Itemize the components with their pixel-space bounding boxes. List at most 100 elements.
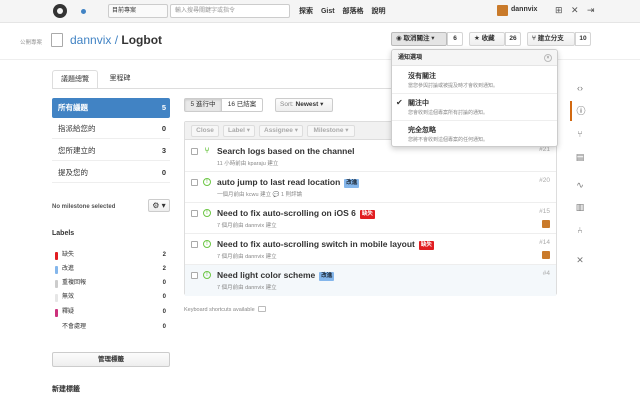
label-filter-item[interactable]: 缺失 2 [52, 249, 170, 262]
repo-separator: / [111, 33, 122, 47]
nav-help[interactable]: 說明 [371, 8, 385, 15]
settings-tools-icon[interactable]: ✕ [571, 5, 579, 16]
settings-icon[interactable]: ✕ [570, 250, 590, 270]
label-filter-item[interactable]: 釋疑 0 [52, 306, 170, 319]
nav-explore[interactable]: 探索 [299, 8, 313, 15]
open-issue-icon: ! [203, 178, 211, 186]
filter-mentioning-you[interactable]: 提及您的 0 [52, 163, 170, 183]
option-description: 當您參與討論或被提及時才會收到通知。 [408, 83, 499, 89]
repo-name-link[interactable]: Logbot [121, 33, 162, 47]
closed-issues-button[interactable]: 16 已結案 [221, 98, 263, 112]
label-badge-bug[interactable]: 缺失 [359, 210, 375, 219]
username-link[interactable]: dannvix [511, 6, 537, 13]
star-count[interactable]: 26 [505, 32, 521, 46]
close-icon[interactable]: × [544, 54, 552, 62]
pull-request-icon[interactable]: ⑂ [570, 124, 590, 144]
label-swatch [55, 309, 58, 317]
filter-created-by-you[interactable]: 您所建立的 3 [52, 141, 170, 161]
issue-checkbox[interactable] [191, 272, 198, 279]
issue-title-text: auto jump to last read location [217, 177, 341, 187]
filter-all-issues[interactable]: 所有議題 5 [52, 98, 170, 118]
repo-icon [51, 33, 63, 47]
search-input[interactable]: 輸入搜尋關鍵字或指令 [170, 4, 290, 18]
milestone-selection-text: No milestone selected [52, 204, 116, 210]
notification-option-watching[interactable]: ✔ 關注中 您會收到這個專案所有討論的通知。 [392, 94, 557, 121]
label-swatch [55, 324, 58, 332]
assignee-action-button[interactable]: Assignee ▾ [259, 125, 303, 137]
sort-value: Newest ▾ [295, 101, 324, 108]
fork-button[interactable]: ⑂ 建立分支 [527, 32, 575, 46]
github-logo-icon[interactable] [53, 4, 67, 18]
label-badge-improvement[interactable]: 改進 [344, 179, 360, 188]
fork-count[interactable]: 10 [575, 32, 591, 46]
notification-option-not-watching[interactable]: 沒有關注 當您參與討論或被提及時才會收到通知。 [392, 67, 557, 94]
tab-milestones[interactable]: 里程碑 [100, 70, 140, 89]
top-header: 目前專案 輸入搜尋關鍵字或指令 探索 Gist 部落格 說明 dannvix ⊞… [0, 0, 640, 23]
graph-icon[interactable]: ▥ [570, 197, 590, 217]
issue-meta: 11 小時前由 kparaju 建立 [217, 161, 279, 167]
label-badge-bug[interactable]: 缺失 [418, 241, 434, 250]
label-name: 重複回報 [62, 280, 87, 286]
open-issues-button[interactable]: 5 進行中 [184, 98, 222, 112]
avatar[interactable] [497, 5, 508, 16]
issue-title-link[interactable]: Need to fix auto-scrolling switch in mob… [217, 239, 434, 250]
nav-blog[interactable]: 部落格 [343, 8, 364, 15]
code-icon[interactable]: ‹› [570, 78, 590, 98]
network-icon[interactable]: ⑃ [570, 220, 590, 240]
assignee-avatar[interactable] [542, 251, 550, 259]
label-swatch [55, 266, 58, 274]
milestone-gear-button[interactable]: ⚙ ▾ [148, 199, 170, 212]
issue-checkbox[interactable] [191, 148, 198, 155]
issue-title-link[interactable]: Need to fix auto-scrolling on iOS 6 缺失 [217, 208, 375, 219]
label-swatch [55, 280, 58, 288]
label-action-button[interactable]: Label ▾ [223, 125, 255, 137]
label-filter-item[interactable]: 無效 0 [52, 291, 170, 304]
notification-option-ignoring[interactable]: 完全忽略 您將不會收到這個專案的任何通知。 [392, 121, 557, 148]
sign-out-icon[interactable]: ⇥ [587, 5, 595, 16]
issue-row[interactable]: ! Need light color scheme 改進 7 個月前由 dannv… [185, 265, 556, 296]
nav-gist[interactable]: Gist [321, 8, 335, 15]
issue-meta: 一個月前由 kcwu 建立 💬 1 則評論 [217, 192, 303, 198]
milestone-action-button[interactable]: Milestone ▾ [307, 125, 355, 137]
keyboard-shortcuts-text: Keyboard shortcuts available [184, 307, 255, 313]
label-count: 0 [162, 294, 166, 300]
close-action-button[interactable]: Close [191, 125, 219, 137]
pulse-icon[interactable]: ∿ [570, 175, 590, 195]
issue-title-link[interactable]: Need light color scheme 改進 [217, 270, 335, 281]
wiki-icon[interactable]: ▤ [570, 147, 590, 167]
label-badge-improvement[interactable]: 改進 [319, 272, 335, 281]
issue-row[interactable]: ! auto jump to last read location 改進 一個月前… [185, 172, 556, 203]
issue-row[interactable]: ! Need to fix auto-scrolling on iOS 6 缺失 … [185, 203, 556, 234]
label-filter-item[interactable]: 不會處理 0 [52, 321, 170, 334]
notification-dropdown: 通知選項 × 沒有關注 當您參與討論或被提及時才會收到通知。 ✔ 關注中 您會收… [391, 49, 558, 147]
star-button[interactable]: ★ 收藏 [469, 32, 505, 46]
sort-prefix: Sort: [280, 101, 296, 108]
issue-icon[interactable]: ⓘ [570, 101, 590, 121]
sort-dropdown[interactable]: Sort: Newest ▾ [275, 98, 333, 112]
watch-button[interactable]: ◉ 取消關注 ▾ [391, 32, 447, 46]
issue-checkbox[interactable] [191, 241, 198, 248]
issue-meta: 7 個月前由 dannvix 建立 [217, 254, 277, 260]
manage-labels-button[interactable]: 管理標籤 [52, 352, 170, 367]
filter-count: 5 [161, 103, 166, 112]
issue-title-link[interactable]: auto jump to last read location 改進 [217, 177, 360, 188]
repo-owner-link[interactable]: dannvix [70, 33, 111, 47]
issue-checkbox[interactable] [191, 179, 198, 186]
assignee-avatar[interactable] [542, 220, 550, 228]
keyboard-shortcuts-hint[interactable]: Keyboard shortcuts available [184, 306, 266, 313]
label-name: 改進 [62, 266, 75, 272]
issue-meta: 7 個月前由 dannvix 建立 [217, 223, 277, 229]
create-repo-icon[interactable]: ⊞ [555, 5, 563, 16]
issue-title-link[interactable]: Search logs based on the channel [217, 146, 354, 156]
issue-row[interactable]: ! Need to fix auto-scrolling switch in m… [185, 234, 556, 265]
watch-count[interactable]: 6 [447, 32, 463, 46]
label-name: 無效 [62, 294, 75, 300]
search-scope-select[interactable]: 目前專案 [108, 4, 168, 18]
notification-dot-icon[interactable] [81, 9, 86, 14]
issue-checkbox[interactable] [191, 210, 198, 217]
keyboard-icon [257, 306, 266, 312]
filter-assigned-to-you[interactable]: 指派給您的 0 [52, 119, 170, 139]
tab-issues-overview[interactable]: 議題總覽 [52, 70, 98, 89]
label-filter-item[interactable]: 重複回報 0 [52, 277, 170, 290]
label-filter-item[interactable]: 改進 2 [52, 263, 170, 276]
